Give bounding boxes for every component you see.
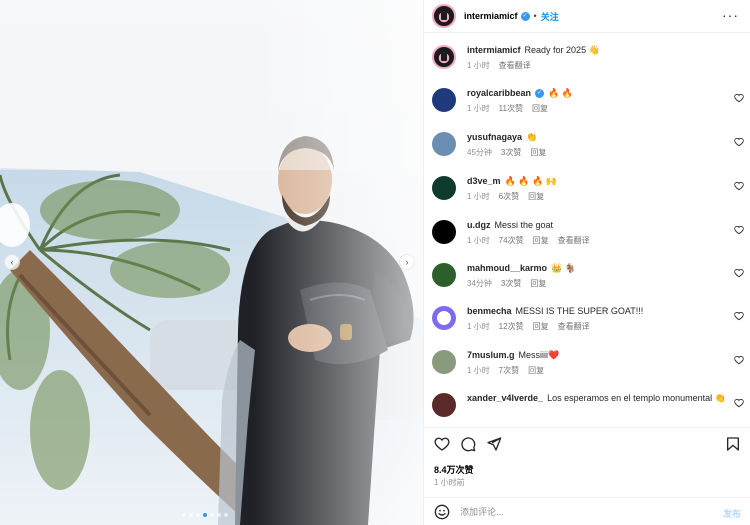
chevron-right-icon[interactable]: › <box>399 254 415 270</box>
instagram-post-view: ‹ › intermiamicf ✓ • 关注 ··· intermiamicf… <box>0 0 750 525</box>
share-icon[interactable] <box>486 436 502 452</box>
chevron-left-icon[interactable]: ‹ <box>4 254 20 270</box>
post-actions: 8.4万次赞 1 小时前 <box>424 427 750 497</box>
add-comment-bar: 发布 <box>424 497 750 525</box>
post-photo[interactable]: ‹ › <box>0 0 423 525</box>
post-time: 1 小时前 <box>434 478 465 487</box>
comment-username[interactable]: u.dgz <box>467 220 491 230</box>
more-horizontal-icon[interactable]: ··· <box>722 8 739 22</box>
translate-link[interactable]: 查看翻译 <box>558 322 590 331</box>
comment-username[interactable]: yusufnagaya <box>467 132 522 142</box>
carousel-dot <box>210 513 214 517</box>
bookmark-icon[interactable] <box>725 436 741 452</box>
carousel-dot-active <box>203 513 207 517</box>
comment-username[interactable]: benmecha <box>467 306 512 316</box>
comment-input[interactable] <box>460 506 700 517</box>
carousel-dot <box>217 513 221 517</box>
comment-time: 1 小时 <box>467 192 490 201</box>
heart-icon[interactable] <box>734 137 744 147</box>
comment-time: 1 小时 <box>467 322 490 331</box>
heart-icon[interactable] <box>734 355 744 365</box>
avatar[interactable] <box>432 220 456 244</box>
follow-button[interactable]: 关注 <box>541 10 559 23</box>
caption-time: 1 小时 <box>467 61 490 70</box>
reply-button[interactable]: 回复 <box>528 192 544 201</box>
like-count[interactable]: 8.4万次赞 <box>434 463 474 476</box>
reply-button[interactable]: 回复 <box>533 236 549 245</box>
caption-username[interactable]: intermiamicf <box>467 45 521 55</box>
heart-icon[interactable] <box>734 398 744 408</box>
carousel-dot <box>189 513 193 517</box>
post-header: intermiamicf ✓ • 关注 ··· <box>424 0 750 33</box>
carousel-dots <box>182 513 228 517</box>
carousel-dot <box>224 513 228 517</box>
comment-text: 👏 <box>526 132 538 142</box>
heart-icon[interactable] <box>734 268 744 278</box>
comment-likes[interactable]: 12次赞 <box>499 322 524 331</box>
post-comment-button[interactable]: 发布 <box>723 507 741 520</box>
comment-username[interactable]: mahmoud__karmo <box>467 263 547 273</box>
heart-icon[interactable] <box>734 311 744 321</box>
avatar[interactable] <box>432 132 456 156</box>
comment-time: 1 小时 <box>467 236 490 245</box>
comment-text: Los esperamos en el templo monumental 👏 <box>547 393 726 403</box>
reply-button[interactable]: 回复 <box>530 148 546 157</box>
post-side-panel: intermiamicf ✓ • 关注 ··· intermiamicf Read… <box>423 0 750 525</box>
separator-dot: • <box>533 11 537 21</box>
translate-link[interactable]: 查看翻译 <box>499 61 531 70</box>
comment-username[interactable]: d3ve_m <box>467 176 501 186</box>
avatar[interactable] <box>432 4 456 28</box>
avatar[interactable] <box>432 263 456 287</box>
avatar[interactable] <box>432 176 456 200</box>
carousel-dot <box>196 513 200 517</box>
author-username[interactable]: intermiamicf <box>464 11 518 21</box>
comment-likes[interactable]: 3次赞 <box>501 279 521 288</box>
comment-username[interactable]: xander_v4lverde_ <box>467 393 543 403</box>
comment-likes[interactable]: 6次赞 <box>499 192 519 201</box>
avatar[interactable] <box>432 350 456 374</box>
avatar[interactable] <box>432 88 456 112</box>
translate-link[interactable]: 查看翻译 <box>558 236 590 245</box>
comment-likes[interactable]: 11次赞 <box>499 104 523 113</box>
avatar[interactable] <box>432 393 456 417</box>
reply-button[interactable]: 回复 <box>528 366 544 375</box>
heart-icon[interactable] <box>434 436 450 452</box>
comment-likes[interactable]: 3次赞 <box>501 148 521 157</box>
comment-text: 🔥 🔥 🔥 🙌 <box>504 176 557 186</box>
avatar[interactable] <box>432 45 456 69</box>
comment-time: 1 小时 <box>467 366 490 375</box>
verified-icon: ✓ <box>535 89 545 99</box>
comments-list: intermiamicf Ready for 2025 👋 1 小时 查看翻译 ro… <box>424 35 750 427</box>
carousel-dot <box>182 513 186 517</box>
reply-button[interactable]: 回复 <box>533 322 549 331</box>
comment-username[interactable]: 7muslum.g <box>467 350 515 360</box>
emoji-icon[interactable] <box>434 504 450 520</box>
comment-time: 45分钟 <box>467 148 492 157</box>
heart-icon[interactable] <box>734 181 744 191</box>
comment-text: Messi the goat <box>494 220 554 230</box>
comment-likes[interactable]: 74次赞 <box>499 236 524 245</box>
heart-icon[interactable] <box>734 93 744 103</box>
comment-time: 1 小时 <box>467 104 490 113</box>
comment-text: MESSI IS THE SUPER GOAT!!! <box>515 306 644 316</box>
verified-icon: ✓ <box>520 11 530 21</box>
comment-time: 34分钟 <box>467 279 492 288</box>
comment-likes[interactable]: 7次赞 <box>499 366 519 375</box>
heart-icon[interactable] <box>734 225 744 235</box>
comment-text: 👑 🐐 <box>551 263 576 273</box>
reply-button[interactable]: 回复 <box>530 279 546 288</box>
caption-text: Ready for 2025 👋 <box>524 45 600 55</box>
avatar[interactable] <box>432 306 456 330</box>
comment-text: Messiiii❤️ <box>518 350 560 360</box>
reply-button[interactable]: 回复 <box>532 104 548 113</box>
photo-illustration <box>0 0 423 525</box>
comment-icon[interactable] <box>460 436 476 452</box>
comment-username[interactable]: royalcaribbean <box>467 88 531 98</box>
comment-text: 🔥 🔥 <box>548 88 573 98</box>
